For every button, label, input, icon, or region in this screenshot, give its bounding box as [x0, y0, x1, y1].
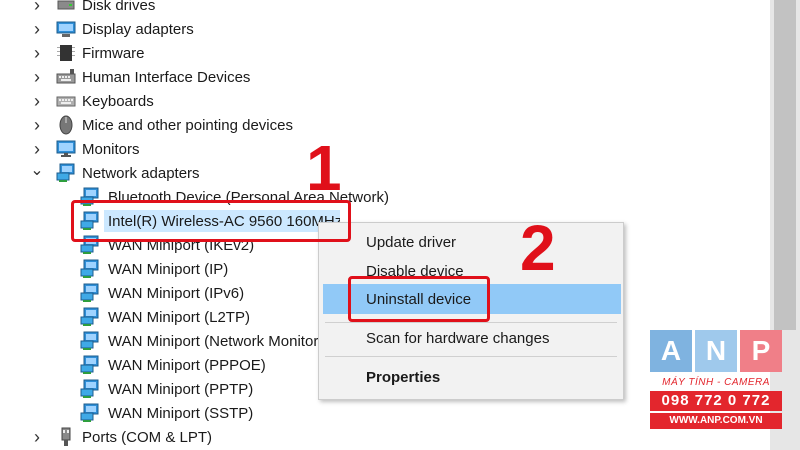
keyboard-icon [56, 91, 76, 111]
tree-item-label: Network adapters [82, 164, 200, 182]
tree-item-label: Keyboards [82, 92, 154, 110]
network-adapter-icon [56, 163, 76, 183]
tree-item-label: WAN Miniport (L2TP) [108, 308, 250, 326]
tree-category[interactable]: ⌄ Network adapters [0, 161, 770, 185]
logo-phone: 098 772 0 772 [650, 391, 782, 411]
tree-item-label: WAN Miniport (IP) [108, 260, 229, 278]
disk-drive-icon [56, 0, 76, 15]
step1-number: 1 [306, 132, 342, 204]
display-adapter-icon [56, 19, 76, 39]
tree-item-label: Human Interface Devices [82, 68, 251, 86]
tree-category[interactable]: › Monitors [0, 137, 770, 161]
network-adapter-icon [80, 259, 100, 279]
tree-category[interactable]: › Keyboards [0, 89, 770, 113]
tree-item-label: WAN Miniport (SSTP) [108, 404, 254, 422]
network-adapter-icon [80, 307, 100, 327]
logo-tagline: MÁY TÍNH - CAMERA [662, 377, 770, 388]
step2-number: 2 [520, 212, 556, 284]
tree-category[interactable]: › Firmware [0, 41, 770, 65]
scrollbar-thumb[interactable] [774, 0, 796, 330]
logo-letter-p: P [740, 330, 782, 372]
mouse-icon [56, 115, 76, 135]
menu-item-scan-hardware[interactable]: Scan for hardware changes [319, 323, 623, 353]
chevron-right-icon[interactable]: › [30, 19, 44, 39]
chevron-right-icon[interactable]: › [30, 0, 44, 15]
tree-item-label: Disk drives [82, 0, 156, 14]
hid-icon [56, 67, 76, 87]
tree-category[interactable]: › Disk drives [0, 0, 770, 17]
tree-item-label: Firmware [82, 44, 145, 62]
chevron-right-icon[interactable]: › [30, 115, 44, 135]
tree-category[interactable]: › Mice and other pointing devices [0, 113, 770, 137]
tree-item-label: Mice and other pointing devices [82, 116, 293, 134]
network-adapter-icon [80, 403, 100, 423]
monitor-icon [56, 139, 76, 159]
network-adapter-icon [80, 355, 100, 375]
chevron-right-icon[interactable]: › [30, 67, 44, 87]
step2-highlight-box [348, 276, 490, 322]
logo-letter-n: N [695, 330, 737, 372]
firmware-chip-icon [56, 43, 76, 63]
menu-separator [325, 356, 617, 357]
tree-item-label: WAN Miniport (PPPOE) [108, 356, 266, 374]
chevron-down-icon[interactable]: ⌄ [30, 160, 44, 180]
tree-item-label: Monitors [82, 140, 140, 158]
chevron-right-icon[interactable]: › [30, 427, 44, 447]
port-icon [56, 427, 76, 447]
network-adapter-icon [80, 379, 100, 399]
anp-watermark-logo: A N P MÁY TÍNH - CAMERA 098 772 0 772 WW… [650, 330, 782, 436]
tree-item-label: Ports (COM & LPT) [82, 428, 213, 446]
network-adapter-icon [80, 331, 100, 351]
tree-item-label: WAN Miniport (IPv6) [108, 284, 245, 302]
menu-item-update-driver[interactable]: Update driver [319, 227, 623, 257]
logo-letter-a: A [650, 330, 692, 372]
menu-item-properties[interactable]: Properties [319, 362, 623, 392]
network-adapter-icon [80, 283, 100, 303]
tree-category[interactable]: › Display adapters [0, 17, 770, 41]
tree-item-label: Display adapters [82, 20, 194, 38]
chevron-right-icon[interactable]: › [30, 139, 44, 159]
tree-category[interactable]: › Human Interface Devices [0, 65, 770, 89]
logo-website: WWW.ANP.COM.VN [650, 413, 782, 429]
tree-item-label: WAN Miniport (Network Monitor) [108, 332, 324, 350]
chevron-right-icon[interactable]: › [30, 91, 44, 111]
tree-item-label: WAN Miniport (PPTP) [108, 380, 254, 398]
chevron-right-icon[interactable]: › [30, 43, 44, 63]
step1-highlight-box [71, 200, 351, 242]
